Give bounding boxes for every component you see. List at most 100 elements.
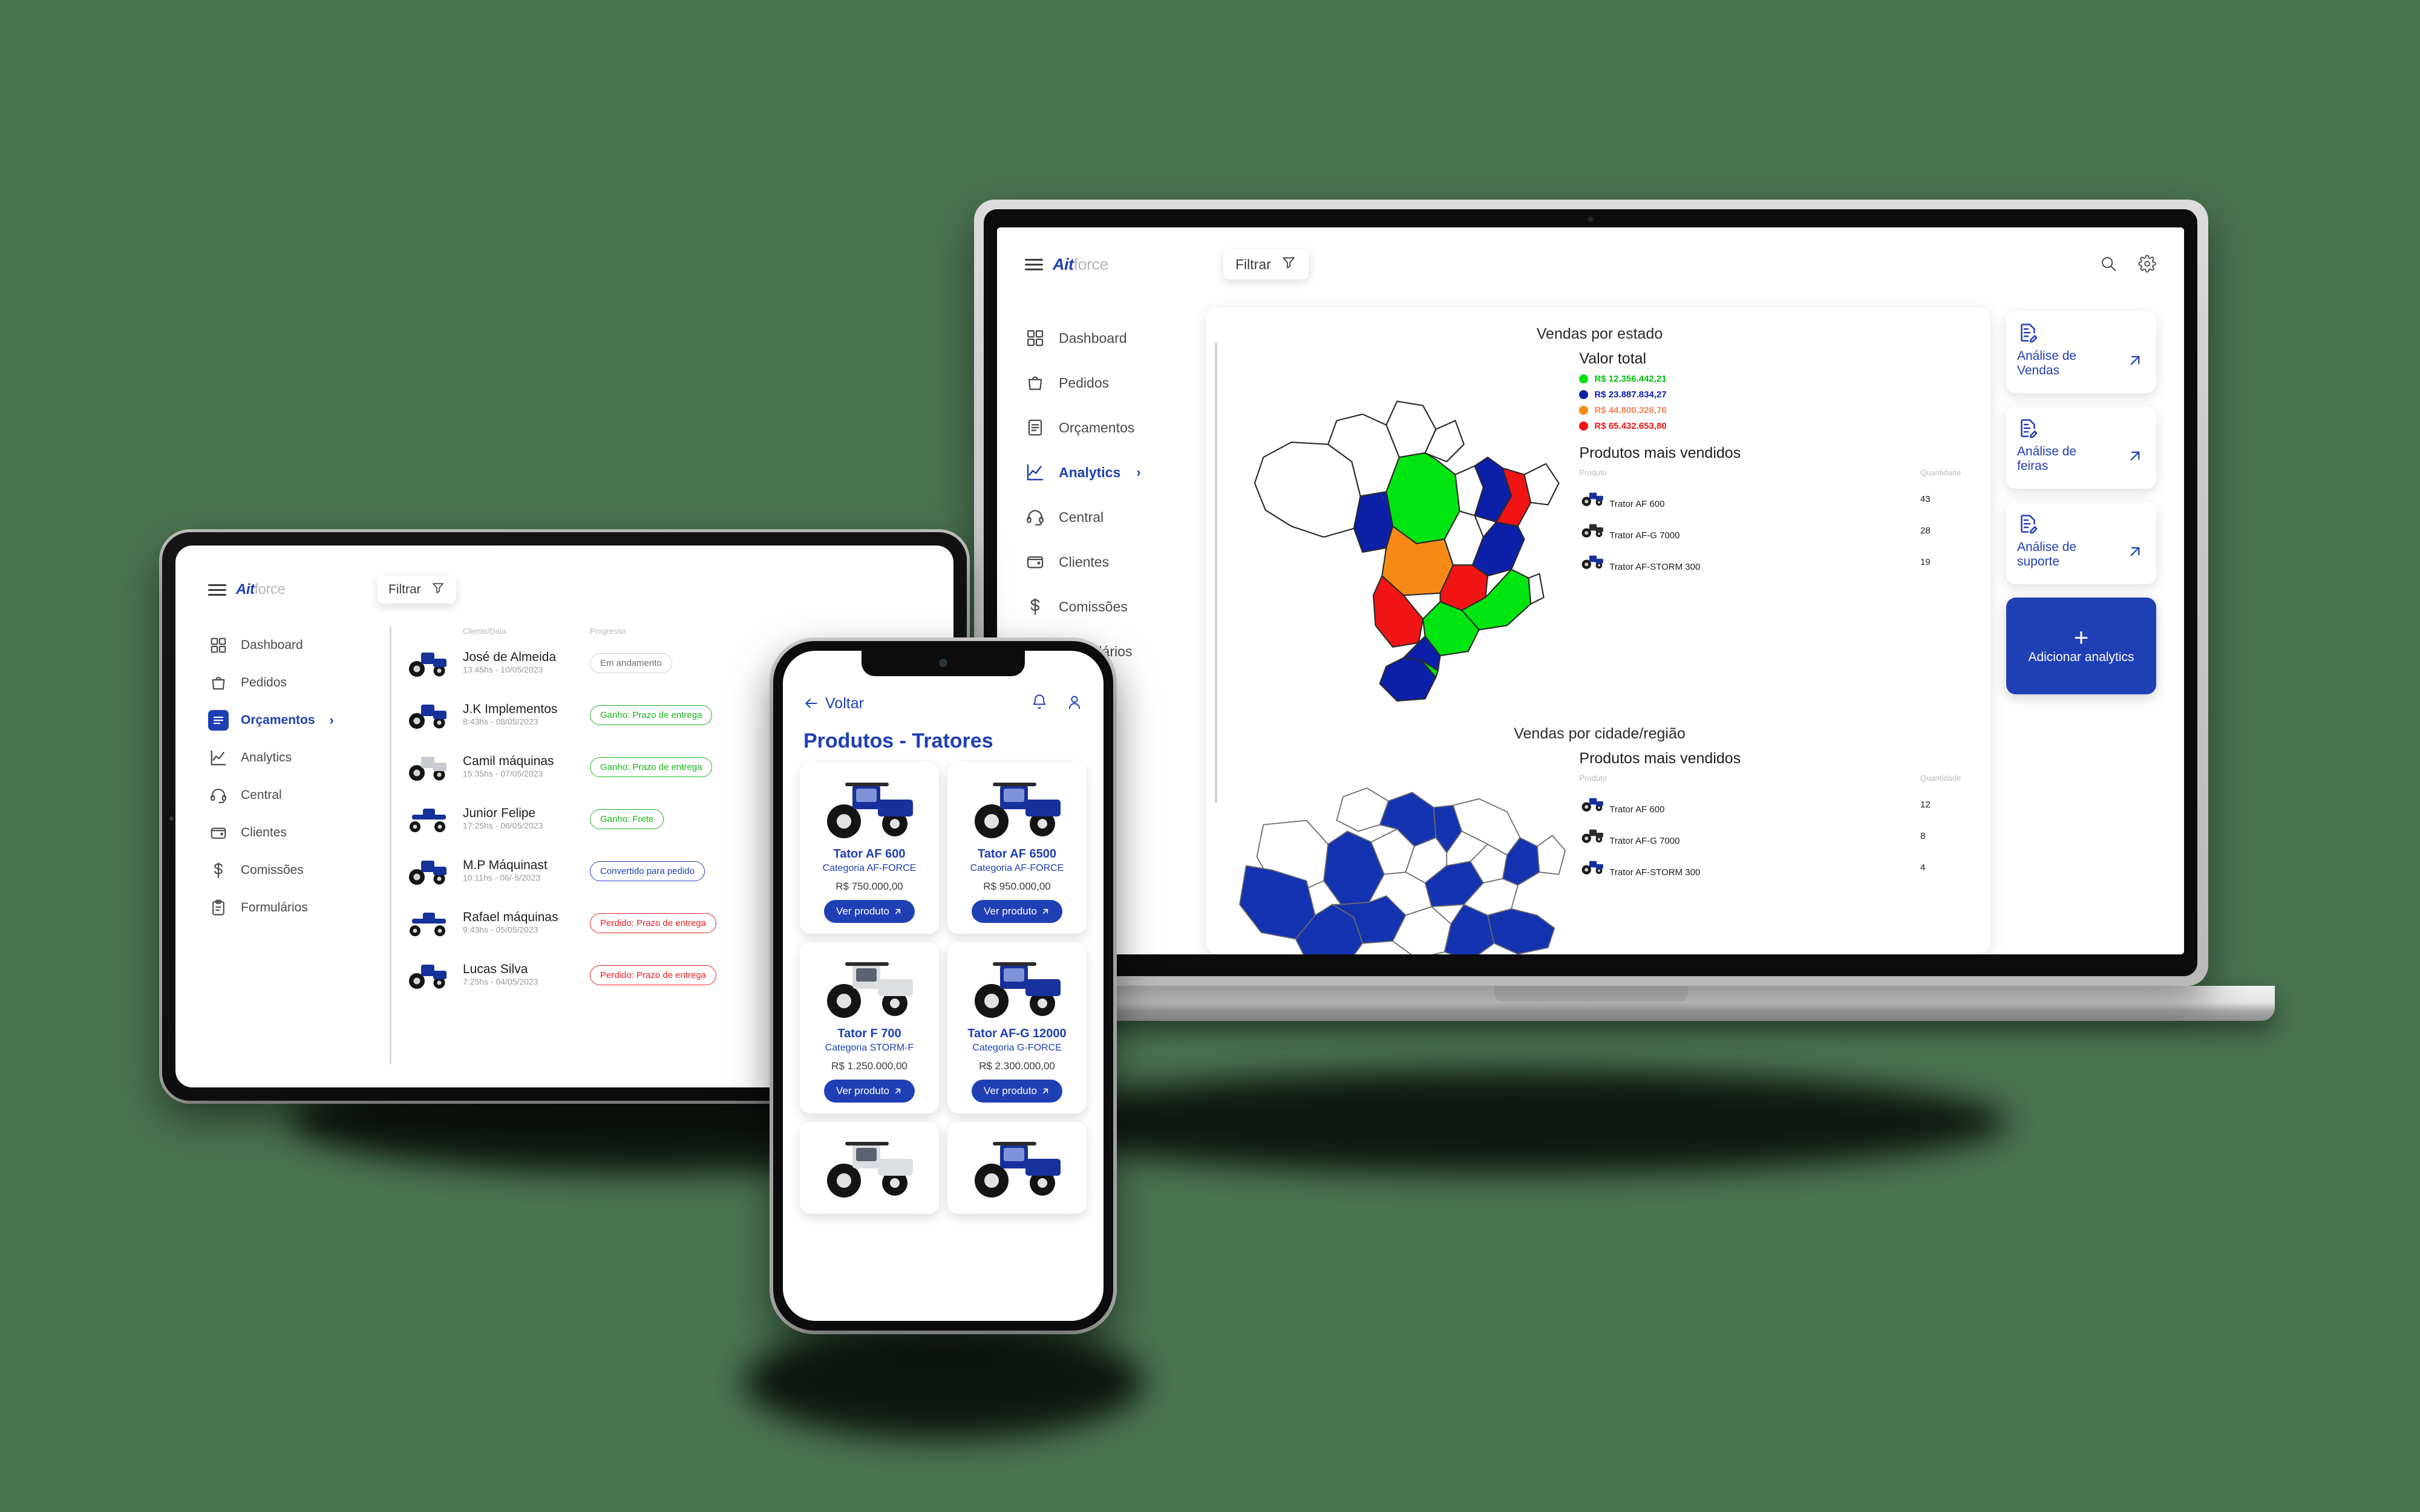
tractor-icon [806,952,933,1023]
analise-de-feiras-card[interactable]: Análise de feiras [2006,406,2156,489]
sidebar-item-formularios[interactable]: Formulários [208,889,390,927]
panel-scrollbar[interactable] [1215,342,1217,803]
filter-label: Filtrar [1235,256,1271,272]
adicionar-analytics-button[interactable]: + Adicionar analytics [2006,598,2156,694]
document-icon [208,710,229,731]
analytics-main: Vendas por estado Valor total R$ 12.356.… [1206,301,2156,954]
client-name: Lucas Silva [463,962,528,976]
product-card[interactable]: Tator F 700 Categoria STORM-F R$ 1.250.0… [800,942,939,1113]
action-card-label: Análise de Vendas [2017,349,2077,378]
product-name: Trator AF-STORM 300 [1609,562,1701,572]
sidebar-item-clientes[interactable]: Clientes [208,814,390,852]
tractor-icon [405,960,463,990]
sidebar-item-central[interactable]: Central [1025,495,1206,539]
product-name: Trator AF-STORM 300 [1609,867,1701,878]
product-card[interactable]: Tator AF 6500 Categoria AF-FORCE R$ 950.… [947,763,1087,934]
sidebar-item-orcamentos[interactable]: Orçamentos [1025,405,1206,450]
sidebar-item-label: Clientes [1059,553,1110,570]
sidebar-item-pedidos[interactable]: Pedidos [1025,360,1206,405]
ver-produto-button[interactable]: Ver produto [824,1080,915,1103]
brand-logo[interactable]: Aitforce [208,581,365,598]
product-card[interactable]: Tator AF-G 12000 Categoria G-FORCE R$ 2.… [947,942,1087,1113]
product-card[interactable] [947,1122,1087,1214]
hamburger-menu-icon[interactable] [1025,258,1043,270]
tractor-icon [806,1132,933,1203]
legend-value: R$ 23.887.834,27 [1594,389,1667,400]
logo-text: Aitforce [1053,255,1109,274]
cta-label: Ver produto [984,1085,1037,1097]
gear-icon[interactable] [2138,254,2156,275]
products-title: Produtos mais vendidos [1579,445,1741,461]
chart-line-icon [208,748,229,768]
client-date: 10:11hs - 06/-5/2023 [463,873,541,883]
wallet-icon [1025,552,1045,572]
top-products-table: Produto Quantidade [1579,774,1975,883]
arrow-up-right-icon [895,1088,901,1094]
cell-product: Trator AF-G 7000 [1579,515,1920,546]
list-header: Cliente/Data Progresso [405,627,929,636]
client-date: 13:45hs - 10/05/2023 [463,665,543,675]
sidebar-item-clientes[interactable]: Clientes [1025,539,1206,584]
back-button[interactable]: Voltar [803,695,864,712]
legend-value: R$ 65.432.653,80 [1594,421,1667,431]
brand-logo[interactable]: Aitforce [1025,255,1206,274]
tractor-icon [1579,492,1607,509]
sidebar-item-orcamentos[interactable]: Orçamentos › [208,702,390,739]
sidebar-item-dashboard[interactable]: Dashboard [208,627,390,664]
analise-de-vendas-card[interactable]: Análise de Vendas [2006,311,2156,393]
client-info: Junior Felipe 17:25hs - 06/05/2023 [463,806,590,832]
sidebar-item-label: Pedidos [241,676,287,689]
document-icon [1025,417,1045,438]
filter-button[interactable]: Filtrar [1223,249,1309,279]
sidebar-item-dashboard[interactable]: Dashboard [1025,316,1206,360]
product-card[interactable]: Tator AF 600 Categoria AF-FORCE R$ 750.0… [800,763,939,934]
tractor-icon [953,952,1081,1023]
bell-icon[interactable] [1031,694,1048,714]
sidebar-item-label: Dashboard [241,638,303,652]
logo-mark: Ait [236,581,255,598]
cell-qty: 4 [1920,862,1926,873]
parana-region-map[interactable] [1225,750,1569,954]
sidebar-item-comissoes[interactable]: Comissões [1025,584,1206,629]
status-badge: Ganho: Frete [590,809,664,829]
cell-product: Trator AF 600 [1579,483,1920,515]
client-info: M.P Máquinast 10:11hs - 06/-5/2023 [463,858,590,884]
tractor-icon [405,856,463,886]
ver-produto-button[interactable]: Ver produto [972,900,1062,923]
cell-qty: 8 [1920,830,1926,841]
products-title: Produtos mais vendidos [1579,750,1741,767]
sidebar-item-comissoes[interactable]: Comissões [208,852,390,889]
tractor-icon [405,648,463,678]
filter-button[interactable]: Filtrar [378,576,456,604]
user-icon[interactable] [1066,694,1083,714]
hamburger-menu-icon[interactable] [208,584,226,596]
sidebar-item-central[interactable]: Central [208,777,390,814]
col-progresso: Progresso [590,627,626,636]
grid-icon [208,635,229,656]
analytics-panel: Vendas por estado Valor total R$ 12.356.… [1206,307,1990,954]
arrow-up-right-icon [2126,447,2144,467]
product-name: Trator AF-G 7000 [1609,530,1680,541]
client-date: 15:35hs - 07/05/2023 [463,769,543,779]
document-edit-icon [2017,322,2145,345]
product-price: R$ 2.300.000,00 [979,1060,1055,1072]
ver-produto-button[interactable]: Ver produto [972,1080,1062,1103]
sidebar-item-pedidos[interactable]: Pedidos [208,664,390,702]
cell-qty: 43 [1920,494,1931,504]
grid-icon [1025,328,1045,348]
status-badge: Em andamento [590,653,672,673]
product-category: Categoria AF-FORCE [822,863,917,873]
search-icon[interactable] [2099,255,2118,275]
section-title-cidade: Vendas por cidade/região [1514,725,1686,743]
app-body: Dashboard Pedidos Orçamentos Analytics ›… [997,301,2184,954]
brazil-states-map[interactable] [1225,350,1569,709]
arrow-up-right-icon [2126,543,2144,562]
logo-mark: Ait [1053,255,1074,273]
analise-de-suporte-card[interactable]: Análise de suporte [2006,502,2156,584]
headset-icon [208,785,229,806]
product-card[interactable] [800,1122,939,1214]
chevron-right-icon: › [329,712,334,728]
sidebar-item-analytics[interactable]: Analytics › [1025,450,1206,495]
sidebar-item-analytics[interactable]: Analytics [208,739,390,777]
ver-produto-button[interactable]: Ver produto [824,900,915,923]
